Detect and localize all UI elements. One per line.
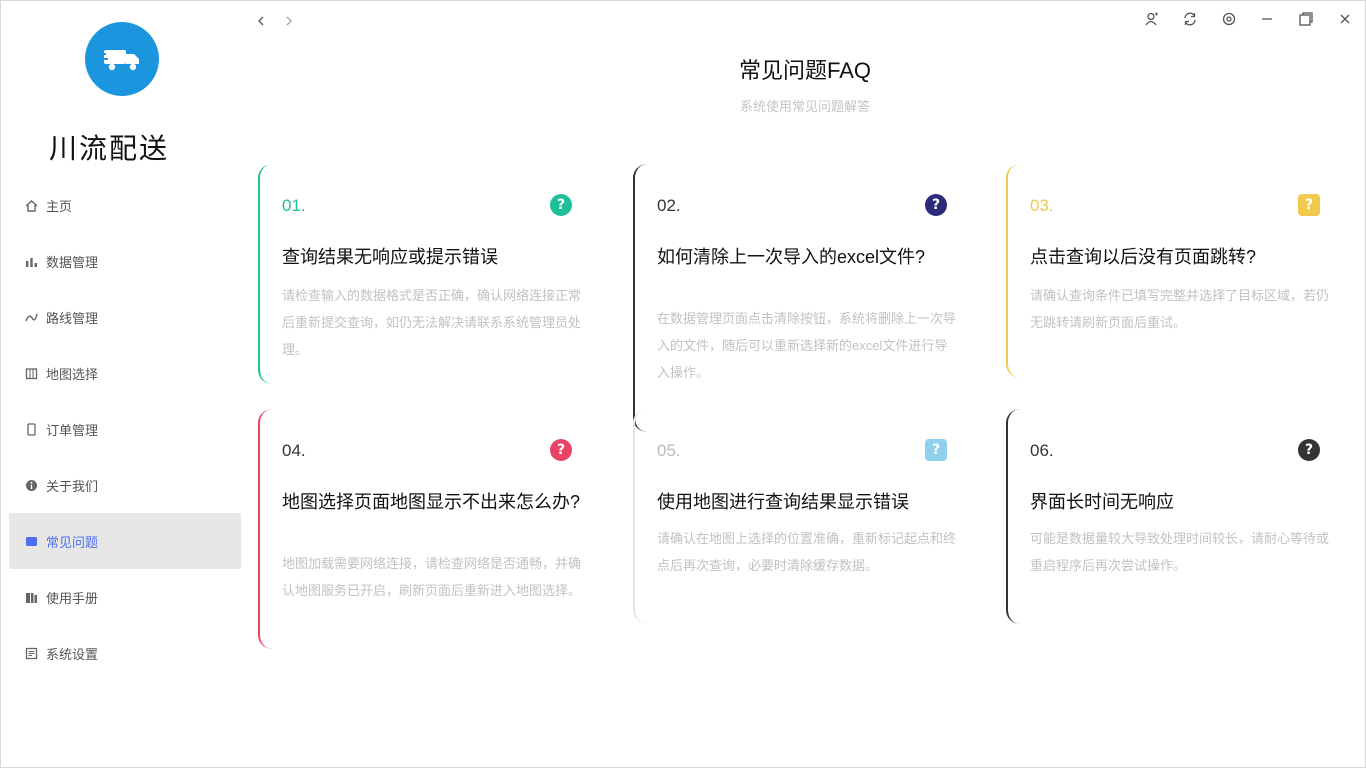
sidebar-item-route[interactable]: 路线管理: [9, 289, 241, 345]
faq-question: 点击查询以后没有页面跳转?: [1030, 247, 1257, 267]
close-button[interactable]: [1335, 11, 1355, 31]
order-icon: [24, 422, 38, 436]
faq-question: 界面长时间无响应: [1030, 492, 1174, 512]
home-icon: [24, 198, 38, 212]
close-icon: [1338, 12, 1352, 31]
sidebar-item-label: 常见问题: [46, 534, 99, 550]
page-title: 常见问题FAQ: [738, 58, 871, 83]
maximize-icon: [1298, 11, 1314, 32]
faq-card: 06. ? 界面长时间无响应 可能是数据量较大导致处理时间较长，请耐心等待或重启…: [1006, 409, 1346, 624]
faq-answer: 请确认在地图上选择的位置准确，重新标记起点和终点后再次查询，必要时清除缓存数据。: [657, 531, 957, 573]
faq-question: 地图选择页面地图显示不出来怎么办?: [282, 492, 581, 512]
faq-number: 05.: [657, 441, 681, 460]
minimize-button[interactable]: [1257, 11, 1277, 31]
faq-card: 05. ? 使用地图进行查询结果显示错误 请确认在地图上选择的位置准确，重新标记…: [633, 409, 973, 624]
question-icon: ?: [550, 194, 572, 216]
faq-answer: 地图加载需要网络连接，请检查网络是否通畅，并确认地图服务已开启，刷新页面后重新进…: [282, 556, 582, 598]
faq-number: 06.: [1030, 441, 1054, 460]
maximize-button[interactable]: [1296, 11, 1316, 31]
sidebar-item-label: 数据管理: [46, 254, 99, 270]
sidebar-item-label: 路线管理: [46, 310, 99, 326]
info-icon: [24, 478, 38, 492]
faq-number: 01.: [282, 196, 306, 215]
sidebar-item-map[interactable]: 地图选择: [9, 345, 241, 401]
user-button[interactable]: [1142, 11, 1162, 31]
faq-number: 03.: [1030, 196, 1054, 215]
faq-number: 02.: [657, 196, 681, 215]
question-icon: ?: [1298, 194, 1320, 216]
sidebar-item-about[interactable]: 关于我们: [9, 457, 241, 513]
sidebar-item-label: 地图选择: [46, 366, 99, 382]
refresh-button[interactable]: [1180, 11, 1200, 31]
app-window: 川流配送 主页 数据管理 路线管理 地图选择 订单管理 关于我们 常见问题 使用…: [0, 0, 1366, 768]
truck-logo: [85, 22, 159, 96]
faq-card: 01. ? 查询结果无响应或提示错误 请检查输入的数据格式是否正确，确认网络连接…: [258, 164, 598, 384]
faq-icon: [24, 534, 38, 548]
faq-answer: 在数据管理页面点击清除按钮，系统将删除上一次导入的文件，随后可以重新选择新的ex…: [657, 311, 957, 380]
brand-name: 川流配送: [49, 132, 170, 165]
faq-card: 04. ? 地图选择页面地图显示不出来怎么办? 地图加载需要网络连接，请检查网络…: [258, 409, 598, 649]
route-icon: [24, 310, 38, 324]
question-icon: ?: [925, 194, 947, 216]
sidebar-item-data[interactable]: 数据管理: [9, 233, 241, 289]
faq-answer: 请确认查询条件已填写完整并选择了目标区域，若仍无跳转请刷新页面后重试。: [1030, 288, 1330, 330]
faq-card: 03. ? 点击查询以后没有页面跳转? 请确认查询条件已填写完整并选择了目标区域…: [1006, 164, 1346, 378]
sidebar-item-label: 系统设置: [46, 646, 99, 662]
refresh-icon: [1182, 11, 1198, 32]
question-icon: ?: [925, 439, 947, 461]
settings-icon: [24, 646, 38, 660]
sidebar: 川流配送 主页 数据管理 路线管理 地图选择 订单管理 关于我们 常见问题 使用…: [1, 1, 245, 767]
sidebar-item-label: 关于我们: [46, 478, 99, 494]
faq-answer: 请检查输入的数据格式是否正确，确认网络连接正常后重新提交查询，如仍无法解决请联系…: [282, 288, 582, 357]
sidebar-item-manual[interactable]: 使用手册: [9, 569, 241, 625]
book-icon: [24, 590, 38, 604]
faq-answer: 可能是数据量较大导致处理时间较长，请耐心等待或重启程序后再次尝试操作。: [1030, 531, 1330, 573]
sidebar-item-settings[interactable]: 系统设置: [9, 625, 241, 681]
sidebar-item-order[interactable]: 订单管理: [9, 401, 241, 457]
sidebar-item-label: 使用手册: [46, 590, 99, 606]
back-button[interactable]: [251, 11, 271, 31]
faq-question: 使用地图进行查询结果显示错误: [657, 492, 909, 512]
faq-question: 如何清除上一次导入的excel文件?: [657, 247, 926, 267]
sidebar-item-home[interactable]: 主页: [9, 177, 241, 233]
question-icon: ?: [550, 439, 572, 461]
sidebar-item-faq[interactable]: 常见问题: [9, 513, 241, 569]
user-icon: [1144, 11, 1160, 32]
sidebar-item-label: 订单管理: [46, 422, 99, 438]
faq-question: 查询结果无响应或提示错误: [282, 247, 498, 267]
page-subtitle: 系统使用常见问题解答: [739, 99, 870, 114]
settings-button[interactable]: [1219, 11, 1239, 31]
question-icon: ?: [1298, 439, 1320, 461]
chart-icon: [24, 254, 38, 268]
forward-button[interactable]: [279, 11, 299, 31]
settings-icon: [1221, 11, 1237, 32]
faq-number: 04.: [282, 441, 306, 460]
sidebar-item-label: 主页: [46, 198, 73, 214]
sidebar-nav: 主页 数据管理 路线管理 地图选择 订单管理 关于我们 常见问题 使用手册 系统…: [9, 177, 241, 681]
faq-card: 02. ? 如何清除上一次导入的excel文件? 在数据管理页面点击清除按钮，系…: [633, 164, 973, 432]
minimize-icon: [1260, 12, 1274, 31]
map-icon: [24, 366, 38, 380]
